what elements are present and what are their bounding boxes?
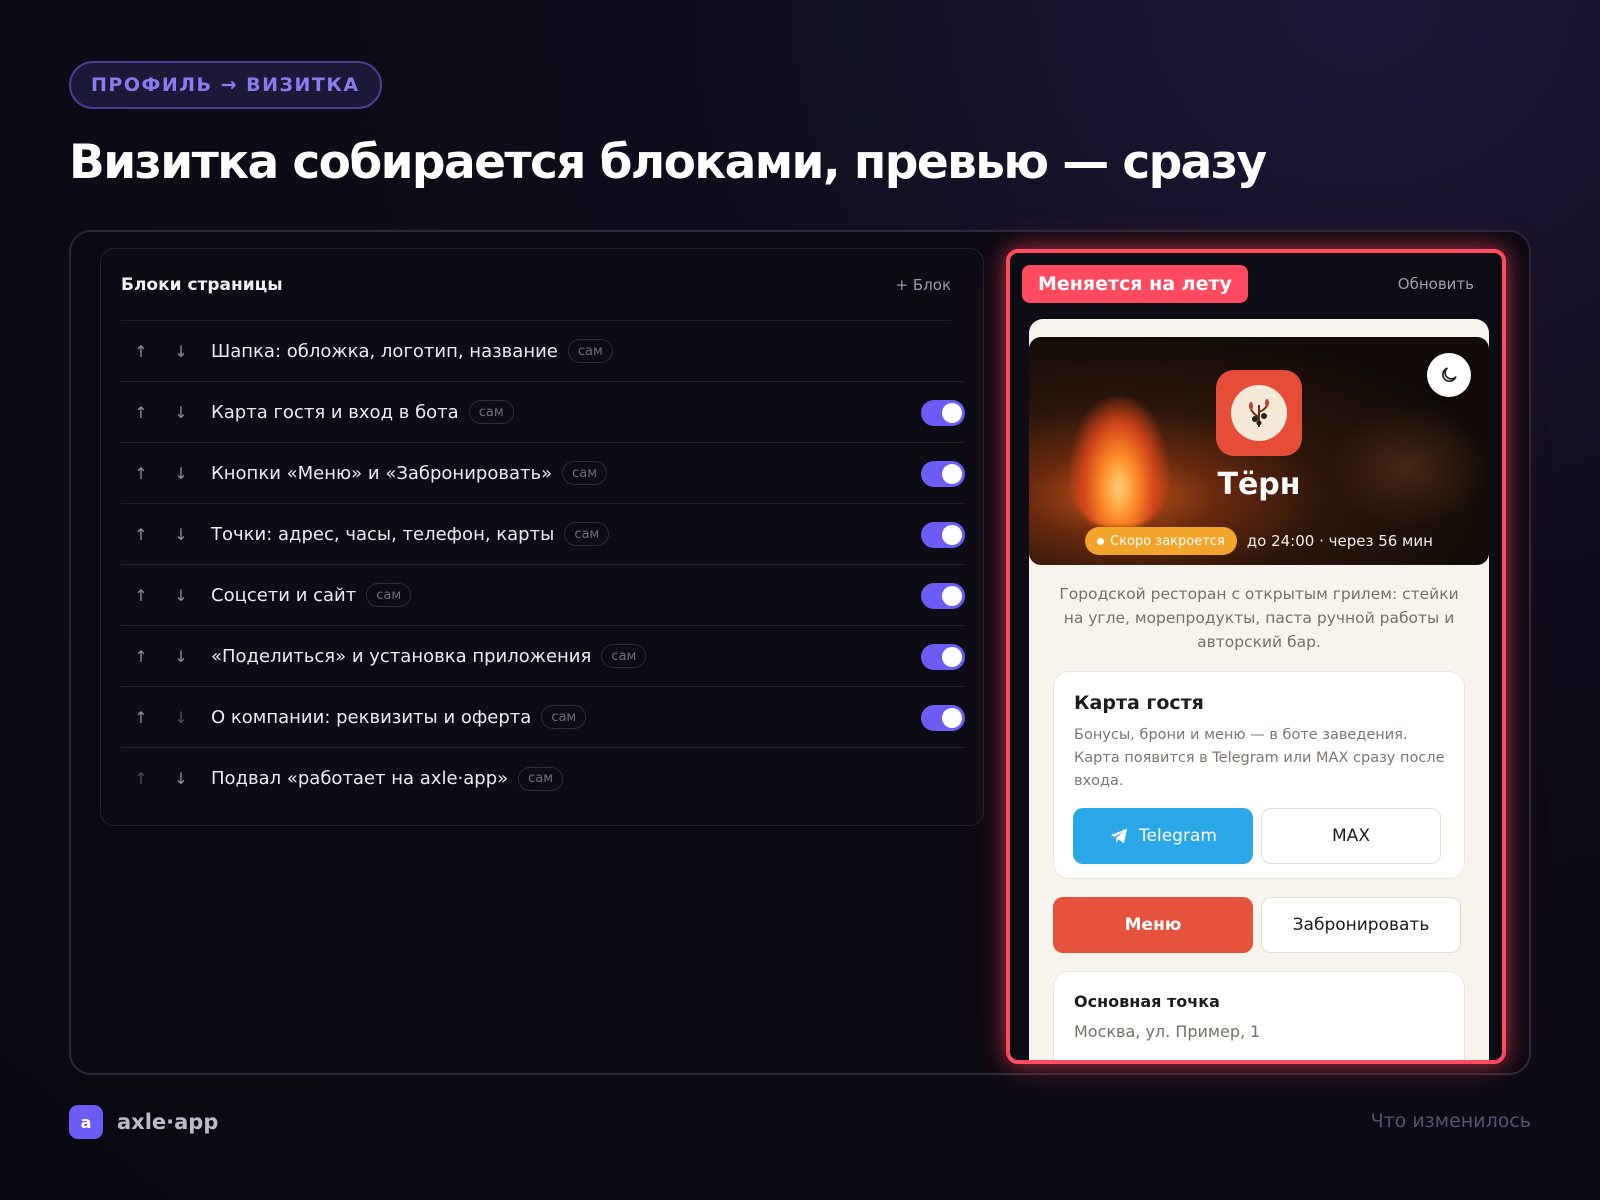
live-badge: Меняется на лету (1022, 265, 1248, 303)
block-row-label: Подвал «работает на axle·app» (211, 768, 509, 789)
blocks-panel: Блоки страницы + Блок ↑ ↓ Шапка: обложка, … (100, 248, 984, 826)
blocks-panel-header: Блоки страницы + Блок (121, 249, 951, 321)
venue-name: Тёрн (1217, 467, 1301, 502)
auto-tag: сам (541, 705, 587, 729)
moon-icon (1442, 367, 1457, 382)
add-block-button[interactable]: + Блок (896, 276, 951, 294)
block-toggle[interactable] (921, 522, 965, 548)
move-down-icon[interactable]: ↓ (161, 464, 201, 483)
auto-tag: сам (562, 461, 608, 485)
move-up-icon[interactable]: ↑ (121, 342, 161, 361)
block-toggle[interactable] (921, 400, 965, 426)
blocks-panel-title: Блоки страницы (121, 274, 283, 295)
opening-status: Скоро закроется до 24:00 · через 56 мин (1029, 527, 1489, 555)
fire-decoration (1069, 397, 1169, 527)
block-row-label: Кнопки «Меню» и «Забронировать» (211, 462, 553, 484)
block-row[interactable]: ↑ ↓ Карта гостя и вход в бота сам (121, 382, 965, 443)
telegram-button-label: Telegram (1139, 826, 1217, 846)
block-row-label: Точки: адрес, часы, телефон, карты (211, 523, 555, 545)
move-up-icon[interactable]: ↑ (121, 525, 161, 544)
footer-section-label: Что изменилось (1370, 1110, 1531, 1132)
move-down-icon[interactable]: ↓ (161, 647, 201, 666)
breadcrumb[interactable]: ПРОФИЛЬ → ВИЗИТКА (69, 61, 382, 109)
move-up-icon[interactable]: ↑ (121, 464, 161, 483)
move-up-icon[interactable]: ↑ (121, 769, 161, 788)
guest-card-text: Бонусы, брони и меню — в боте заведения.… (1074, 727, 1445, 789)
block-row-label: О компании: реквизиты и оферта (211, 706, 532, 728)
block-toggle[interactable] (921, 461, 965, 487)
guest-card-title: Карта гостя (1074, 692, 1204, 714)
auto-tag: сам (564, 522, 610, 546)
guest-card: Карта гостя Бонусы, брони и меню — в бот… (1053, 671, 1465, 879)
status-badge: Скоро закроется (1085, 527, 1237, 555)
max-button[interactable]: MAX (1261, 808, 1441, 864)
move-down-icon[interactable]: ↓ (161, 769, 201, 788)
move-down-icon[interactable]: ↓ (161, 342, 201, 361)
location-address: Москва, ул. Пример, 1 (1074, 1022, 1261, 1041)
refresh-button[interactable]: Обновить (1398, 275, 1474, 293)
preview-phone: Тёрн Скоро закроется до 24:00 · через 56… (1029, 319, 1489, 1060)
auto-tag: сам (518, 766, 564, 791)
cover-image: Тёрн Скоро закроется до 24:00 · через 56… (1029, 337, 1489, 565)
block-row[interactable]: ↑ ↓ Кнопки «Меню» и «Забронировать» сам (121, 443, 965, 504)
status-badge-label: Скоро закроется (1110, 533, 1225, 549)
block-row-label: Соцсети и сайт (211, 584, 357, 606)
block-row-label: Шапка: обложка, логотип, название (211, 340, 558, 362)
book-button[interactable]: Забронировать (1261, 897, 1461, 953)
brand: a axle·app (69, 1105, 218, 1139)
block-row-label: Карта гостя и вход в бота (211, 401, 459, 423)
auto-tag: сам (601, 644, 647, 668)
closing-time: до 24:00 · через 56 мин (1246, 532, 1433, 550)
block-toggle[interactable] (921, 583, 965, 609)
auto-tag: сам (468, 400, 514, 424)
brand-name: axle·app (117, 1110, 219, 1134)
page-title: Визитка собирается блоками, превью — сра… (69, 135, 1267, 190)
live-preview: Меняется на лету Обновить Тёрн Скоро зак… (1006, 249, 1506, 1064)
move-up-icon[interactable]: ↑ (121, 403, 161, 422)
status-dot-icon (1097, 537, 1105, 545)
venue-logo (1216, 370, 1302, 456)
block-toggle[interactable] (921, 644, 965, 670)
move-down-icon[interactable]: ↓ (161, 525, 201, 544)
telegram-icon (1110, 828, 1128, 844)
location-card: Основная точка Москва, ул. Пример, 1 (1053, 971, 1465, 1060)
move-down-icon[interactable]: ↓ (161, 708, 201, 727)
block-row[interactable]: ↑ ↓ О компании: реквизиты и оферта сам (121, 687, 965, 748)
move-down-icon[interactable]: ↓ (161, 586, 201, 605)
block-toggle[interactable] (921, 705, 965, 731)
auto-tag: сам (366, 583, 412, 607)
block-row[interactable]: ↑ ↓ «Поделиться» и установка приложения сам (121, 626, 965, 687)
venue-description: Городской ресторан с открытым грилем: ст… (1059, 585, 1459, 651)
telegram-button[interactable]: Telegram (1073, 808, 1253, 864)
auto-tag: сам (567, 339, 613, 363)
move-up-icon[interactable]: ↑ (121, 647, 161, 666)
brand-logo: a (69, 1105, 103, 1139)
move-up-icon[interactable]: ↑ (121, 586, 161, 605)
block-row-label: «Поделиться» и установка приложения (211, 645, 592, 667)
move-down-icon[interactable]: ↓ (161, 403, 201, 422)
block-row[interactable]: ↑ ↓ Соцсети и сайт сам (121, 565, 965, 626)
block-row[interactable]: ↑ ↓ Шапка: обложка, логотип, название сам (121, 321, 965, 382)
move-up-icon[interactable]: ↑ (121, 708, 161, 727)
location-title: Основная точка (1074, 992, 1220, 1011)
menu-button[interactable]: Меню (1053, 897, 1253, 953)
block-row[interactable]: ↑ ↓ Точки: адрес, часы, телефон, карты сам (121, 504, 965, 565)
dark-mode-button[interactable] (1427, 353, 1471, 397)
branch-icon (1249, 399, 1269, 427)
block-row[interactable]: ↑ ↓ Подвал «работает на axle·app» сам (121, 748, 965, 809)
